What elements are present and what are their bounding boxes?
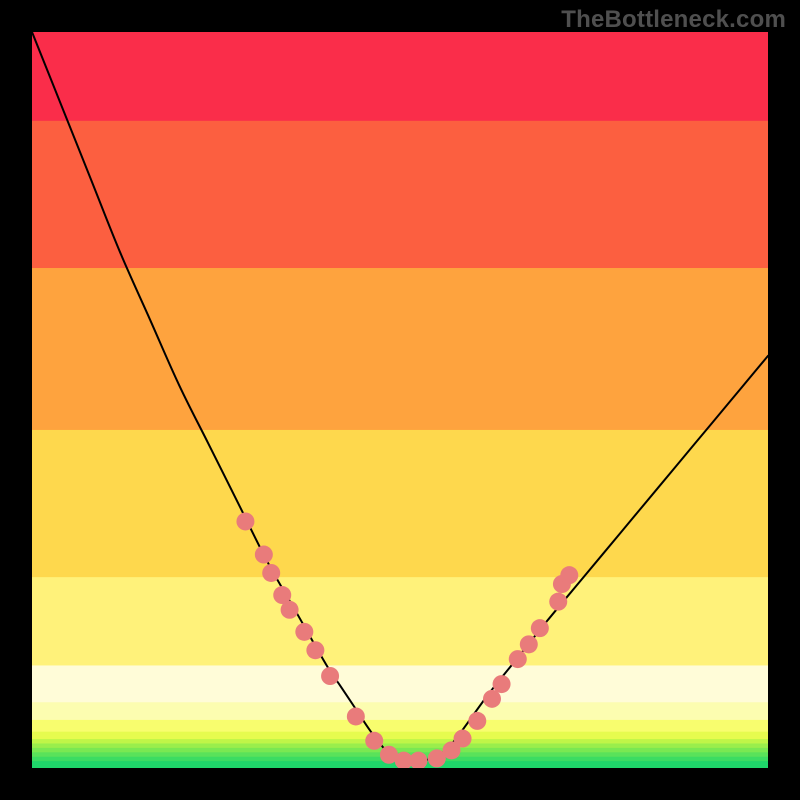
- highlight-point: [520, 635, 538, 653]
- highlight-point: [509, 650, 527, 668]
- background-band: [32, 577, 768, 666]
- highlight-point: [365, 732, 383, 750]
- highlight-point: [560, 566, 578, 584]
- highlight-point: [306, 641, 324, 659]
- background-band: [32, 665, 768, 702]
- highlight-point: [468, 712, 486, 730]
- background-band: [32, 739, 768, 744]
- highlight-point: [347, 707, 365, 725]
- background-band: [32, 747, 768, 752]
- highlight-point: [255, 546, 273, 564]
- background-band: [32, 702, 768, 720]
- highlight-point: [454, 730, 472, 748]
- background-band: [32, 268, 768, 430]
- highlight-point: [321, 667, 339, 685]
- background-band: [32, 719, 768, 731]
- highlight-point: [281, 601, 299, 619]
- background-band: [32, 32, 768, 121]
- highlight-point: [483, 690, 501, 708]
- highlight-point: [549, 593, 567, 611]
- highlight-point: [262, 564, 280, 582]
- background-band: [32, 429, 768, 577]
- highlight-point: [236, 512, 254, 530]
- highlight-point: [493, 675, 511, 693]
- chart-svg: [32, 32, 768, 768]
- chart-stage: TheBottleneck.com: [0, 0, 800, 800]
- background-band: [32, 120, 768, 268]
- highlight-point: [531, 619, 549, 637]
- highlight-point: [295, 623, 313, 641]
- background-band: [32, 731, 768, 739]
- watermark-label: TheBottleneck.com: [561, 6, 786, 34]
- plot-area: [32, 32, 768, 768]
- background-band: [32, 743, 768, 748]
